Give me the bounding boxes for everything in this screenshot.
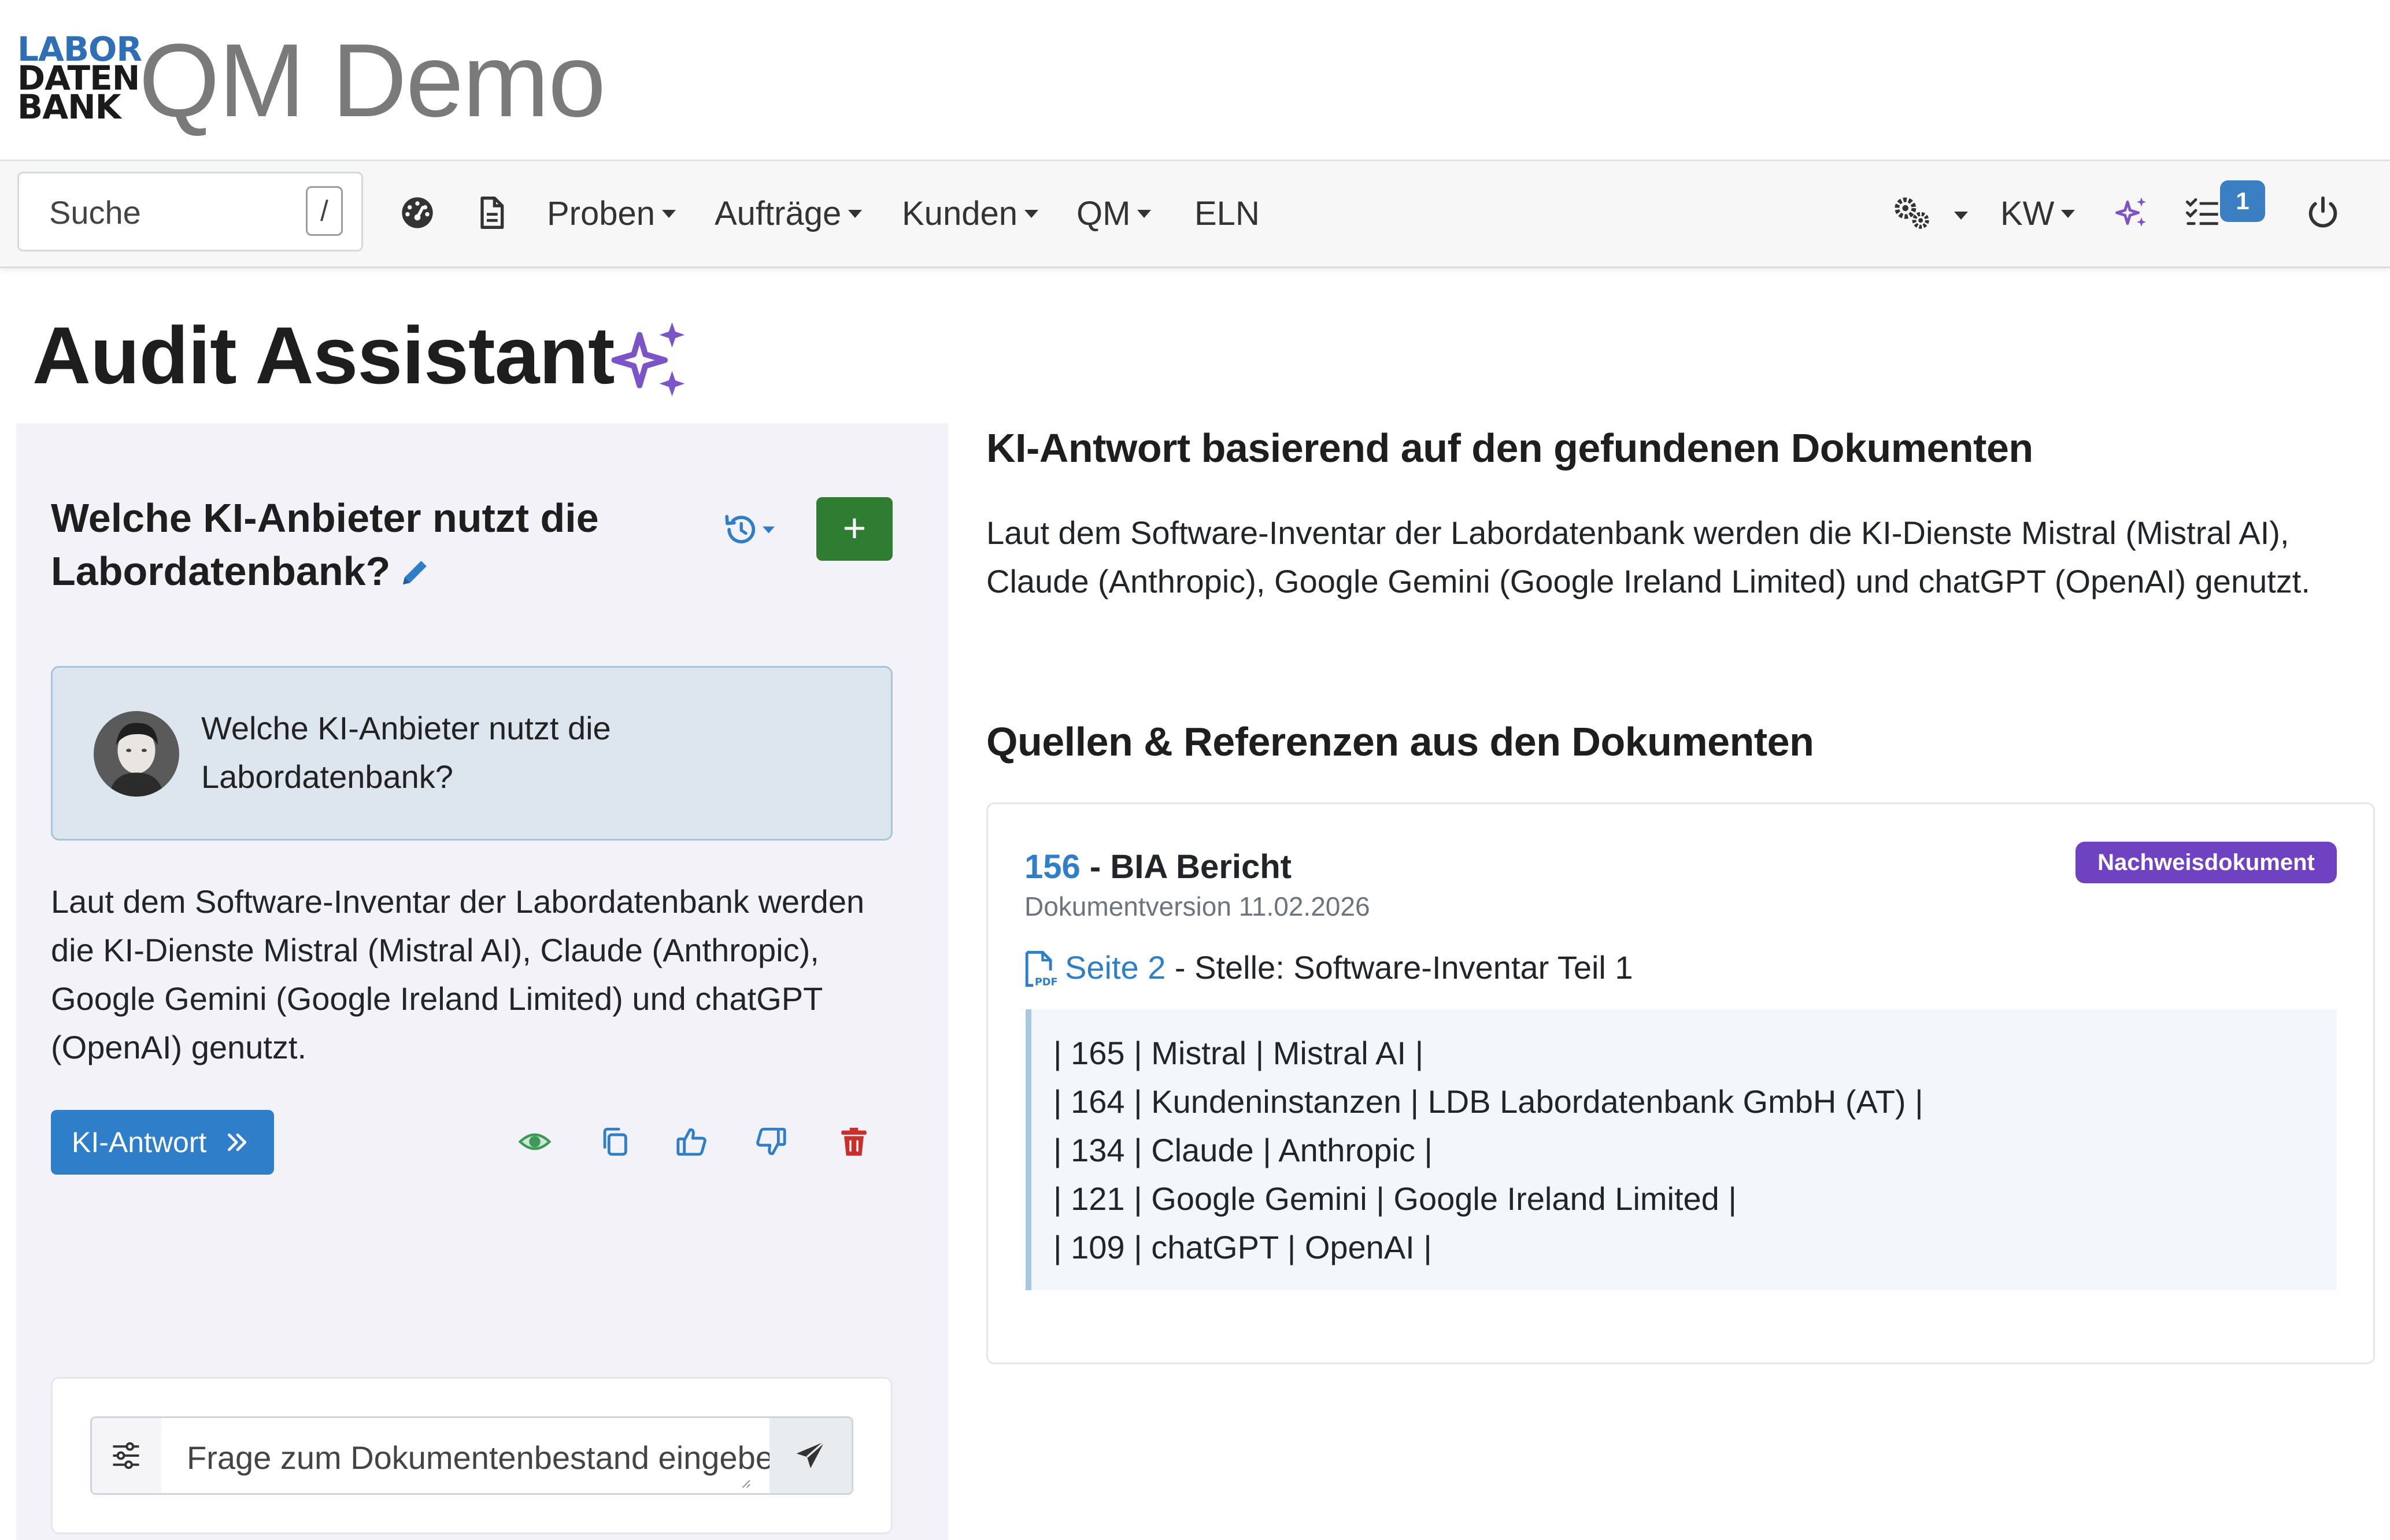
source-doc-id-link[interactable]: 156: [1024, 848, 1081, 886]
source-page-link[interactable]: Seite 2: [1065, 949, 1166, 986]
thumbs-down-icon[interactable]: [754, 1125, 787, 1158]
user-menu[interactable]: KW: [2000, 191, 2075, 237]
nav-menu-proben[interactable]: Proben: [547, 191, 676, 237]
excerpt-line: | 164 | Kundeninstanzen | LDB Labordaten…: [1053, 1083, 1923, 1120]
svg-text:PDF: PDF: [1035, 977, 1057, 989]
chevron-down-icon: [2061, 209, 2075, 218]
source-page-reference: Seite 2 - Stelle: Software-Inventar Teil…: [1065, 945, 1633, 991]
chevron-down-icon[interactable]: [1954, 211, 1968, 220]
excerpt-line: | 121 | Google Gemini | Google Ireland L…: [1053, 1180, 1737, 1217]
nav-menu-auftraege[interactable]: Aufträge: [715, 191, 863, 237]
document-icon[interactable]: [473, 194, 510, 231]
ki-answer-button-label: KI-Antwort: [72, 1126, 207, 1158]
filter-settings-button[interactable]: [92, 1418, 163, 1493]
eye-icon[interactable]: [518, 1125, 552, 1158]
todo-count-badge: 1: [2220, 180, 2265, 222]
chevron-down-icon: [1137, 209, 1152, 218]
search-input[interactable]: [48, 173, 293, 251]
user-message-text: Welche KI-Anbieter nutzt die Labordatenb…: [201, 710, 611, 795]
chat-question-title: Welche KI-Anbieter nutzt die Labordatenb…: [51, 495, 599, 594]
nav-menu-qm[interactable]: QM: [1076, 191, 1152, 237]
sparkles-icon[interactable]: [2114, 194, 2151, 231]
nav-menu-kunden[interactable]: Kunden: [902, 191, 1038, 237]
user-initials: KW: [2000, 195, 2055, 232]
logo-line-3: BANK: [17, 87, 121, 127]
resize-handle-icon[interactable]: [741, 1478, 751, 1489]
double-chevron-right-icon: [227, 1133, 247, 1152]
nav-menu-qm-label: QM: [1076, 195, 1131, 232]
search-shortcut-key: /: [306, 186, 343, 236]
excerpt-line: | 134 | Claude | Anthropic |: [1053, 1132, 1433, 1168]
thumbs-up-icon[interactable]: [675, 1125, 709, 1158]
chevron-down-icon: [848, 209, 863, 218]
history-icon[interactable]: [722, 511, 779, 548]
source-excerpt: | 165 | Mistral | Mistral AI | | 164 | K…: [1026, 1009, 2337, 1290]
user-avatar-image: [94, 711, 179, 797]
app-title: QM Demo: [139, 23, 606, 139]
chat-input-group: [90, 1416, 853, 1495]
avatar: [94, 711, 179, 797]
checklist-icon[interactable]: [2184, 194, 2221, 231]
copy-icon[interactable]: [598, 1125, 631, 1158]
dashboard-icon[interactable]: [399, 194, 436, 231]
pencil-icon[interactable]: [399, 556, 431, 588]
source-document-version: Dokumentversion 11.02.2026: [1024, 891, 1370, 921]
ki-answer-text: Laut dem Software-Inventar der Labordate…: [986, 514, 2310, 599]
question-input[interactable]: [161, 1418, 773, 1493]
source-title: 156 - BIA Bericht: [1024, 844, 1292, 890]
app-logo[interactable]: LABOR DATEN BANK: [17, 32, 142, 127]
source-title-text: - BIA Bericht: [1080, 848, 1292, 886]
sliders-icon: [113, 1442, 139, 1469]
nav-menu-auftraege-label: Aufträge: [715, 195, 842, 232]
nav-item-eln[interactable]: ELN: [1194, 191, 1260, 237]
excerpt-line: | 109 | chatGPT | OpenAI |: [1053, 1229, 1432, 1265]
sources-heading: Quellen & Referenzen aus den Dokumenten: [986, 719, 1814, 764]
chevron-down-icon: [1024, 209, 1038, 218]
power-icon[interactable]: [2304, 194, 2341, 231]
paper-plane-icon: [796, 1441, 826, 1468]
source-location-text: - Stelle: Software-Inventar Teil 1: [1166, 949, 1633, 986]
chevron-down-icon: [662, 209, 676, 218]
nav-menu-kunden-label: Kunden: [902, 195, 1018, 232]
new-chat-button[interactable]: +: [816, 497, 893, 561]
nav-menu-proben-label: Proben: [547, 195, 656, 232]
assistant-answer-text: Laut dem Software-Inventar der Labordate…: [51, 883, 865, 1065]
gears-icon[interactable]: [1892, 194, 1934, 231]
excerpt-line: | 165 | Mistral | Mistral AI |: [1053, 1035, 1424, 1071]
search-box[interactable]: /: [17, 172, 363, 251]
page-title: Audit Assistant: [32, 310, 615, 401]
source-type-badge: Nachweisdokument: [2075, 842, 2337, 883]
send-button[interactable]: [769, 1418, 852, 1493]
ki-answer-button[interactable]: KI-Antwort: [51, 1110, 274, 1175]
ki-answer-heading: KI-Antwort basierend auf den gefundenen …: [986, 425, 2033, 471]
sparkles-icon: [611, 322, 685, 397]
trash-icon[interactable]: [837, 1125, 871, 1158]
pdf-file-icon: PDF: [1025, 950, 1057, 989]
